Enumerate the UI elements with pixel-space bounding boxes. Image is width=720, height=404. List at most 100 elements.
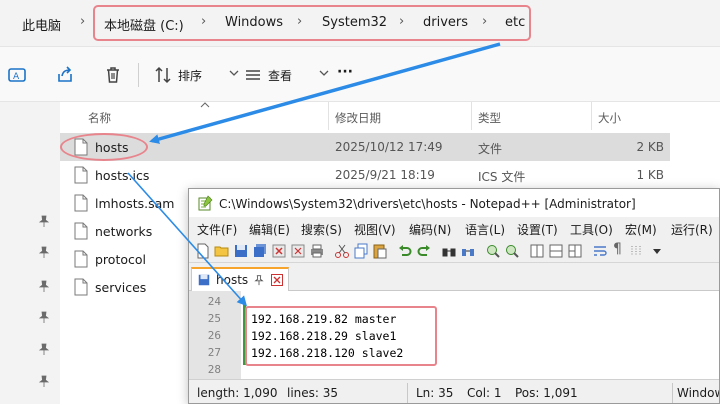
file-name: hosts.ics bbox=[95, 168, 150, 183]
file-row-hosts[interactable]: hosts 2025/10/12 17:49 文件 2 KB bbox=[60, 133, 670, 161]
sort-button[interactable]: 排序 bbox=[178, 67, 202, 84]
open-folder-icon[interactable] bbox=[214, 243, 230, 259]
menu-edit[interactable]: 编辑(E) bbox=[249, 221, 290, 238]
notepad-toolbar: ¶ bbox=[189, 239, 719, 263]
menu-file[interactable]: 文件(F) bbox=[197, 221, 237, 238]
navigation-pane bbox=[0, 102, 60, 404]
delete-icon[interactable] bbox=[102, 64, 124, 86]
chevron-down-icon bbox=[319, 70, 329, 76]
column-header-size[interactable]: 大小 bbox=[598, 110, 621, 126]
replace-icon[interactable] bbox=[460, 243, 476, 259]
menu-search[interactable]: 搜索(S) bbox=[301, 221, 342, 238]
line-number: 27 bbox=[207, 346, 221, 359]
redo-icon[interactable] bbox=[416, 243, 432, 259]
chevron-right-icon: › bbox=[80, 14, 86, 29]
save-all-icon[interactable] bbox=[252, 243, 268, 259]
column-header-type[interactable]: 类型 bbox=[478, 110, 501, 126]
indent-guide-icon[interactable] bbox=[629, 243, 645, 259]
rename-icon[interactable]: A bbox=[6, 64, 28, 86]
find-icon[interactable] bbox=[441, 243, 457, 259]
status-eol[interactable]: Windows bbox=[677, 386, 719, 400]
pin-icon[interactable] bbox=[37, 374, 51, 388]
column-divider[interactable] bbox=[328, 102, 329, 130]
status-length: length: 1,090 bbox=[197, 386, 278, 400]
share-icon[interactable] bbox=[54, 64, 76, 86]
paste-icon[interactable] bbox=[372, 243, 388, 259]
menu-settings[interactable]: 设置(T) bbox=[517, 221, 558, 238]
status-column: Col: 1 bbox=[467, 386, 502, 400]
chevron-down-icon[interactable] bbox=[649, 243, 665, 259]
close-all-icon[interactable] bbox=[290, 243, 306, 259]
menu-language[interactable]: 语言(L) bbox=[465, 221, 505, 238]
file-name: lmhosts.sam bbox=[95, 196, 175, 211]
undo-icon[interactable] bbox=[397, 243, 413, 259]
command-bar: A 排序 查看 ··· bbox=[0, 46, 720, 102]
menu-run[interactable]: 运行(R) bbox=[671, 221, 713, 238]
column-header-name[interactable]: 名称 bbox=[88, 110, 111, 126]
breadcrumb-root[interactable]: 此电脑 bbox=[22, 15, 61, 34]
view-icon[interactable] bbox=[242, 64, 264, 86]
tab-label: hosts bbox=[216, 273, 249, 287]
zoom-in-icon[interactable] bbox=[485, 243, 501, 259]
menu-bar: 文件(F) 编辑(E) 搜索(S) 视图(V) 编码(N) 语言(L) 设置(T… bbox=[189, 217, 719, 239]
file-icon bbox=[74, 278, 88, 296]
word-wrap-icon[interactable] bbox=[592, 243, 608, 259]
save-icon[interactable] bbox=[233, 243, 249, 259]
more-options-button[interactable]: ··· bbox=[337, 64, 353, 80]
notepad-window: C:\Windows\System32\drivers\etc\hosts - … bbox=[188, 188, 720, 404]
sync-vertical-icon[interactable] bbox=[529, 243, 545, 259]
new-file-icon[interactable] bbox=[195, 243, 211, 259]
menu-tools[interactable]: 工具(O) bbox=[570, 221, 613, 238]
pin-icon[interactable] bbox=[37, 342, 51, 356]
menu-encoding[interactable]: 编码(N) bbox=[409, 221, 451, 238]
copy-icon[interactable] bbox=[353, 243, 369, 259]
file-name: networks bbox=[95, 224, 153, 239]
line-number: 25 bbox=[207, 312, 221, 325]
status-position: Pos: 1,091 bbox=[515, 386, 578, 400]
pin-icon[interactable] bbox=[37, 310, 51, 324]
line-number-gutter: 24 25 26 27 28 bbox=[189, 291, 241, 379]
sync-horizontal-icon[interactable] bbox=[548, 243, 564, 259]
pin-icon[interactable] bbox=[37, 245, 51, 259]
file-icon bbox=[74, 222, 88, 240]
file-size: 2 KB bbox=[636, 140, 664, 154]
status-line-number: Ln: 35 bbox=[416, 386, 454, 400]
file-icon bbox=[74, 250, 88, 268]
file-date: 2025/10/12 17:49 bbox=[335, 140, 443, 154]
column-header-date[interactable]: 修改日期 bbox=[335, 110, 381, 126]
file-icon bbox=[74, 166, 88, 184]
file-name: services bbox=[95, 280, 147, 295]
file-date: 2025/9/21 18:19 bbox=[335, 168, 435, 182]
status-divider bbox=[407, 383, 408, 403]
title-bar[interactable]: C:\Windows\System32\drivers\etc\hosts - … bbox=[189, 189, 719, 217]
sort-icon[interactable] bbox=[152, 64, 174, 86]
zoom-out-icon[interactable] bbox=[504, 243, 520, 259]
view-button[interactable]: 查看 bbox=[268, 67, 292, 84]
chevron-down-icon bbox=[229, 70, 239, 76]
pin-icon[interactable] bbox=[37, 279, 51, 293]
split-view-icon[interactable] bbox=[567, 243, 583, 259]
file-size: 1 KB bbox=[636, 168, 664, 182]
line-number: 28 bbox=[207, 363, 221, 376]
file-name: protocol bbox=[95, 252, 146, 267]
column-divider[interactable] bbox=[591, 102, 592, 130]
pin-icon[interactable] bbox=[37, 214, 51, 228]
file-type: ICS 文件 bbox=[478, 170, 526, 184]
line-number: 24 bbox=[207, 295, 221, 308]
sort-ascending-icon bbox=[200, 102, 210, 108]
pin-icon[interactable] bbox=[253, 274, 265, 286]
menu-macro[interactable]: 宏(M) bbox=[625, 221, 657, 238]
file-row-hosts-ics[interactable]: hosts.ics 2025/9/21 18:19 ICS 文件 1 KB bbox=[60, 161, 670, 189]
tab-bar: hosts bbox=[189, 265, 719, 291]
close-file-icon[interactable] bbox=[271, 243, 287, 259]
menu-view[interactable]: 视图(V) bbox=[354, 221, 396, 238]
cut-icon[interactable] bbox=[334, 243, 350, 259]
print-icon[interactable] bbox=[309, 243, 325, 259]
svg-text:A: A bbox=[13, 72, 20, 82]
tab-hosts[interactable]: hosts bbox=[191, 267, 289, 291]
address-bar[interactable]: 此电脑 › 本地磁盘 (C:) › Windows › System32 › d… bbox=[0, 0, 720, 46]
close-tab-icon[interactable] bbox=[271, 274, 283, 286]
window-title: C:\Windows\System32\drivers\etc\hosts - … bbox=[219, 197, 636, 211]
show-all-characters-icon[interactable]: ¶ bbox=[613, 241, 625, 257]
column-divider[interactable] bbox=[471, 102, 472, 130]
